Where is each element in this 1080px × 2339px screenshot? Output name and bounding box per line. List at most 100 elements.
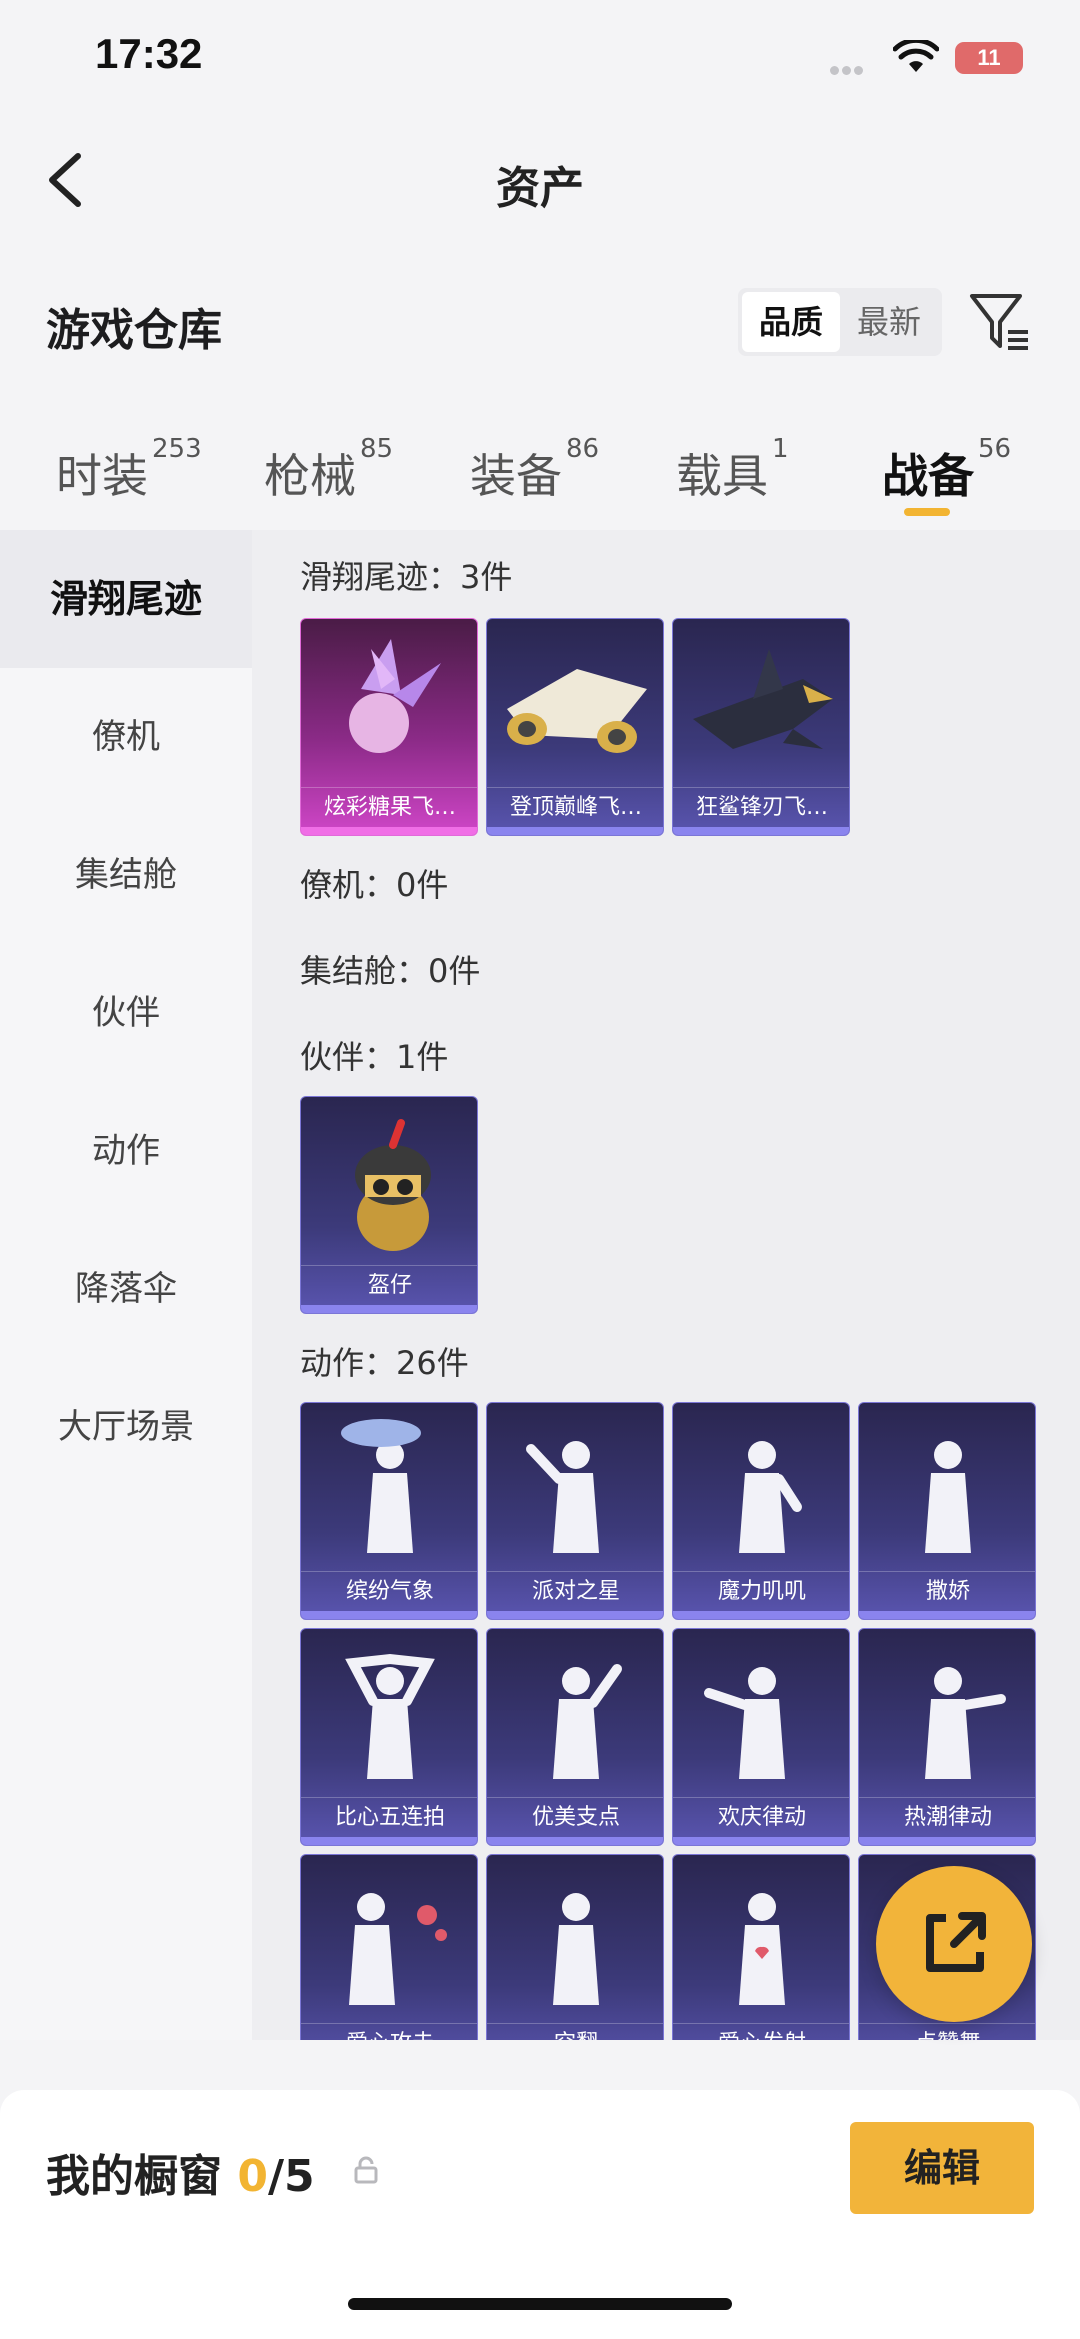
- group-title-trail: 滑翔尾迹：3件: [300, 558, 513, 596]
- emote-figure-image: [739, 1441, 802, 1553]
- item-name: 比心五连拍: [301, 1797, 477, 1837]
- rarity-bar: [673, 1837, 849, 1845]
- shark-blade-image: [693, 649, 833, 749]
- emote-figure-image: [739, 1893, 785, 2005]
- item-name: 缤纷气象: [301, 1571, 477, 1611]
- tab-guns[interactable]: 枪械 85: [264, 434, 393, 506]
- item-name: 派对之星: [487, 1571, 663, 1611]
- battery-icon: 11: [955, 42, 1023, 74]
- item-card[interactable]: 缤纷气象: [300, 1402, 478, 1620]
- rarity-bar: [301, 1305, 477, 1313]
- showcase-title: 我的橱窗: [46, 2151, 222, 2202]
- item-name: 优美支点: [487, 1797, 663, 1837]
- emote-figure-image: [526, 1441, 599, 1553]
- sidebar-item-parachute[interactable]: 降落伞: [0, 1220, 252, 1358]
- tab-vehicles[interactable]: 载具 1: [676, 434, 789, 506]
- rarity-bar: [859, 1837, 1035, 1845]
- edit-button[interactable]: 编辑: [850, 2122, 1034, 2214]
- home-indicator: [348, 2298, 732, 2310]
- rarity-bar: [487, 1837, 663, 1845]
- item-card[interactable]: 欢庆律动: [672, 1628, 850, 1846]
- item-card[interactable]: 优美支点: [486, 1628, 664, 1846]
- item-name: 登顶巅峰飞…: [487, 787, 663, 827]
- item-card[interactable]: 热潮律动: [858, 1628, 1036, 1846]
- emote-figure-image: [349, 1893, 447, 2005]
- item-name: 狂鲨锋刃飞…: [673, 787, 849, 827]
- rarity-bar: [859, 1611, 1035, 1619]
- peak-glider-image: [507, 669, 647, 753]
- group-title-partner: 伙伴：1件: [300, 1038, 449, 1076]
- tab-count: 1: [772, 434, 789, 464]
- item-name: 盔仔: [301, 1265, 477, 1305]
- tab-count: 253: [152, 434, 202, 464]
- tab-equipment[interactable]: 装备 86: [470, 434, 599, 506]
- sidebar-item-lobby[interactable]: 大厅场景: [0, 1358, 252, 1496]
- rarity-bar: [487, 827, 663, 835]
- item-card[interactable]: 魔力叽叽: [672, 1402, 850, 1620]
- item-name: 爱心发射: [673, 2023, 849, 2040]
- sort-latest-option[interactable]: 最新: [840, 292, 938, 352]
- active-tab-indicator: [904, 508, 950, 516]
- item-name: 魔力叽叽: [673, 1571, 849, 1611]
- item-name: 热潮律动: [859, 1797, 1035, 1837]
- sidebar-item-capsule[interactable]: 集结舱: [0, 806, 252, 944]
- status-bar: 17:32 11: [0, 0, 1080, 120]
- sort-quality-option[interactable]: 品质: [742, 292, 840, 352]
- item-name: 撒娇: [859, 1571, 1035, 1611]
- item-card[interactable]: 盔仔: [300, 1096, 478, 1314]
- item-card[interactable]: 爱心发射: [672, 1854, 850, 2040]
- sidebar-item-wingman[interactable]: 僚机: [0, 668, 252, 806]
- rarity-bar: [301, 1611, 477, 1619]
- tab-count: 56: [978, 434, 1012, 464]
- wifi-icon: [893, 40, 939, 72]
- share-button[interactable]: [876, 1866, 1032, 2022]
- item-card[interactable]: 比心五连拍: [300, 1628, 478, 1846]
- sidebar-item-partner[interactable]: 伙伴: [0, 944, 252, 1082]
- item-name: 欢庆律动: [673, 1797, 849, 1837]
- showcase-label: 我的橱窗 0/5: [46, 2140, 315, 2204]
- sort-toggle: 品质 最新: [738, 288, 942, 356]
- sidebar: 滑翔尾迹 僚机 集结舱 伙伴 动作 降落伞 大厅场景: [0, 530, 252, 2040]
- item-card[interactable]: 炫彩糖果飞…: [300, 618, 478, 836]
- emote-figure-image: [345, 1653, 435, 1779]
- tab-label: 装备: [470, 449, 562, 503]
- item-name: 爱心攻击: [301, 2023, 477, 2040]
- item-card[interactable]: 爱心攻击: [300, 1854, 478, 2040]
- showcase-current: 0: [237, 2151, 268, 2202]
- emote-figure-image: [341, 1419, 421, 1553]
- item-card[interactable]: 狂鲨锋刃飞…: [672, 618, 850, 836]
- rarity-bar: [301, 827, 477, 835]
- group-title-capsule: 集结舱：0件: [300, 952, 481, 990]
- item-card[interactable]: 登顶巅峰飞…: [486, 618, 664, 836]
- tab-label: 时装: [56, 449, 148, 503]
- filter-icon[interactable]: [968, 290, 1032, 354]
- tab-label: 载具: [676, 449, 768, 503]
- item-card[interactable]: 派对之星: [486, 1402, 664, 1620]
- tab-count: 86: [566, 434, 600, 464]
- group-title-wingman: 僚机：0件: [300, 866, 449, 904]
- rarity-bar: [673, 1611, 849, 1619]
- emote-figure-image: [704, 1667, 785, 1779]
- rarity-bar: [487, 1611, 663, 1619]
- helmet-chick-image: [355, 1119, 431, 1251]
- item-name: 空翻: [487, 2023, 663, 2040]
- tab-label: 战备: [882, 449, 974, 503]
- signal-icon: [830, 60, 866, 75]
- sidebar-item-trail[interactable]: 滑翔尾迹: [0, 530, 252, 668]
- tab-readiness[interactable]: 战备 56: [882, 434, 1011, 506]
- item-card[interactable]: 撒娇: [858, 1402, 1036, 1620]
- item-name: 点赞舞: [859, 2023, 1035, 2040]
- nav-header: 资产: [0, 120, 1080, 240]
- candy-trail-image: [349, 639, 441, 753]
- share-icon: [926, 1912, 986, 1972]
- item-content: 滑翔尾迹：3件 炫彩糖果飞… 登顶巅峰飞… 狂鲨锋刃飞… 僚机：0件 集结舱：0…: [252, 530, 1080, 2040]
- showcase-total: /5: [267, 2151, 315, 2202]
- tab-outfit[interactable]: 时装 253: [56, 434, 202, 506]
- sidebar-item-emote[interactable]: 动作: [0, 1082, 252, 1220]
- rarity-bar: [673, 827, 849, 835]
- item-card[interactable]: 空翻: [486, 1854, 664, 2040]
- emote-figure-image: [553, 1893, 599, 2005]
- group-title-emote: 动作：26件: [300, 1344, 469, 1382]
- page-title: 资产: [496, 163, 584, 214]
- status-time: 17:32: [95, 30, 203, 77]
